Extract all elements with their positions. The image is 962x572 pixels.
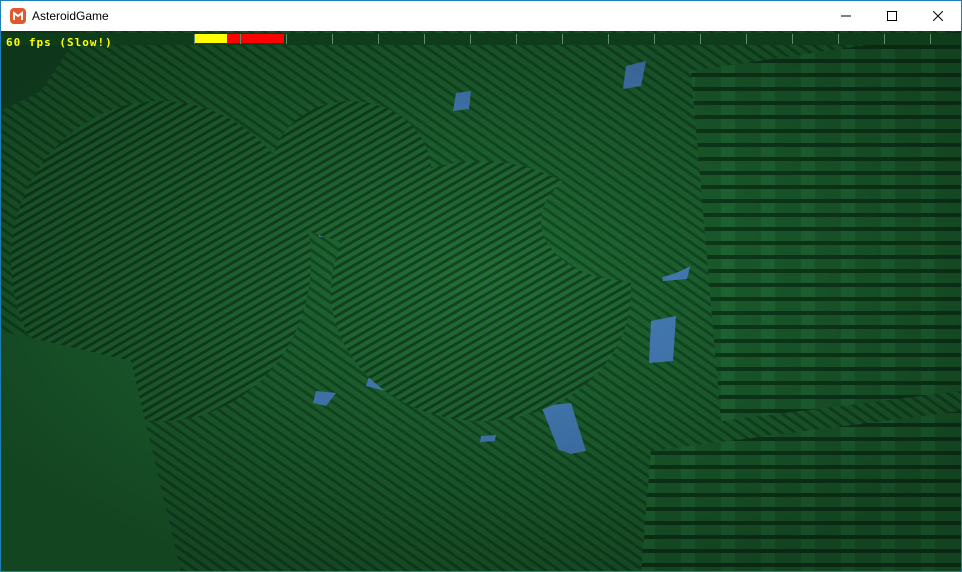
perf-bar-tick (332, 34, 333, 44)
minimize-icon (841, 15, 851, 17)
perf-bar-ticks (194, 33, 961, 45)
perf-bar-tick (746, 34, 747, 44)
perf-bar-tick (792, 34, 793, 44)
game-viewport[interactable]: 60 fps (Slow!) (1, 31, 961, 571)
monogame-icon (10, 8, 26, 24)
perf-bar-tick (930, 34, 931, 44)
title-bar[interactable]: AsteroidGame (1, 1, 961, 31)
app-window: AsteroidGame 60 fps (Slow!) (0, 0, 962, 572)
voxel-terrain-scene (1, 31, 961, 571)
perf-bar-tick (286, 34, 287, 44)
perf-bar-tick (654, 34, 655, 44)
perf-bar-tick (838, 34, 839, 44)
perf-bar-tick (884, 34, 885, 44)
perf-bar-tick (700, 34, 701, 44)
close-icon (933, 11, 943, 21)
performance-bar (1, 33, 961, 45)
fps-counter: 60 fps (Slow!) (6, 36, 113, 49)
perf-bar-tick (240, 34, 241, 44)
maximize-icon (887, 11, 897, 21)
perf-bar-tick (378, 34, 379, 44)
maximize-button[interactable] (869, 1, 915, 31)
perf-bar-tick (194, 34, 195, 44)
window-title: AsteroidGame (32, 9, 109, 23)
window-controls (823, 1, 961, 31)
perf-bar-tick (608, 34, 609, 44)
perf-bar-tick (424, 34, 425, 44)
perf-bar-tick (516, 34, 517, 44)
perf-bar-tick (562, 34, 563, 44)
perf-bar-tick (470, 34, 471, 44)
minimize-button[interactable] (823, 1, 869, 31)
close-button[interactable] (915, 1, 961, 31)
